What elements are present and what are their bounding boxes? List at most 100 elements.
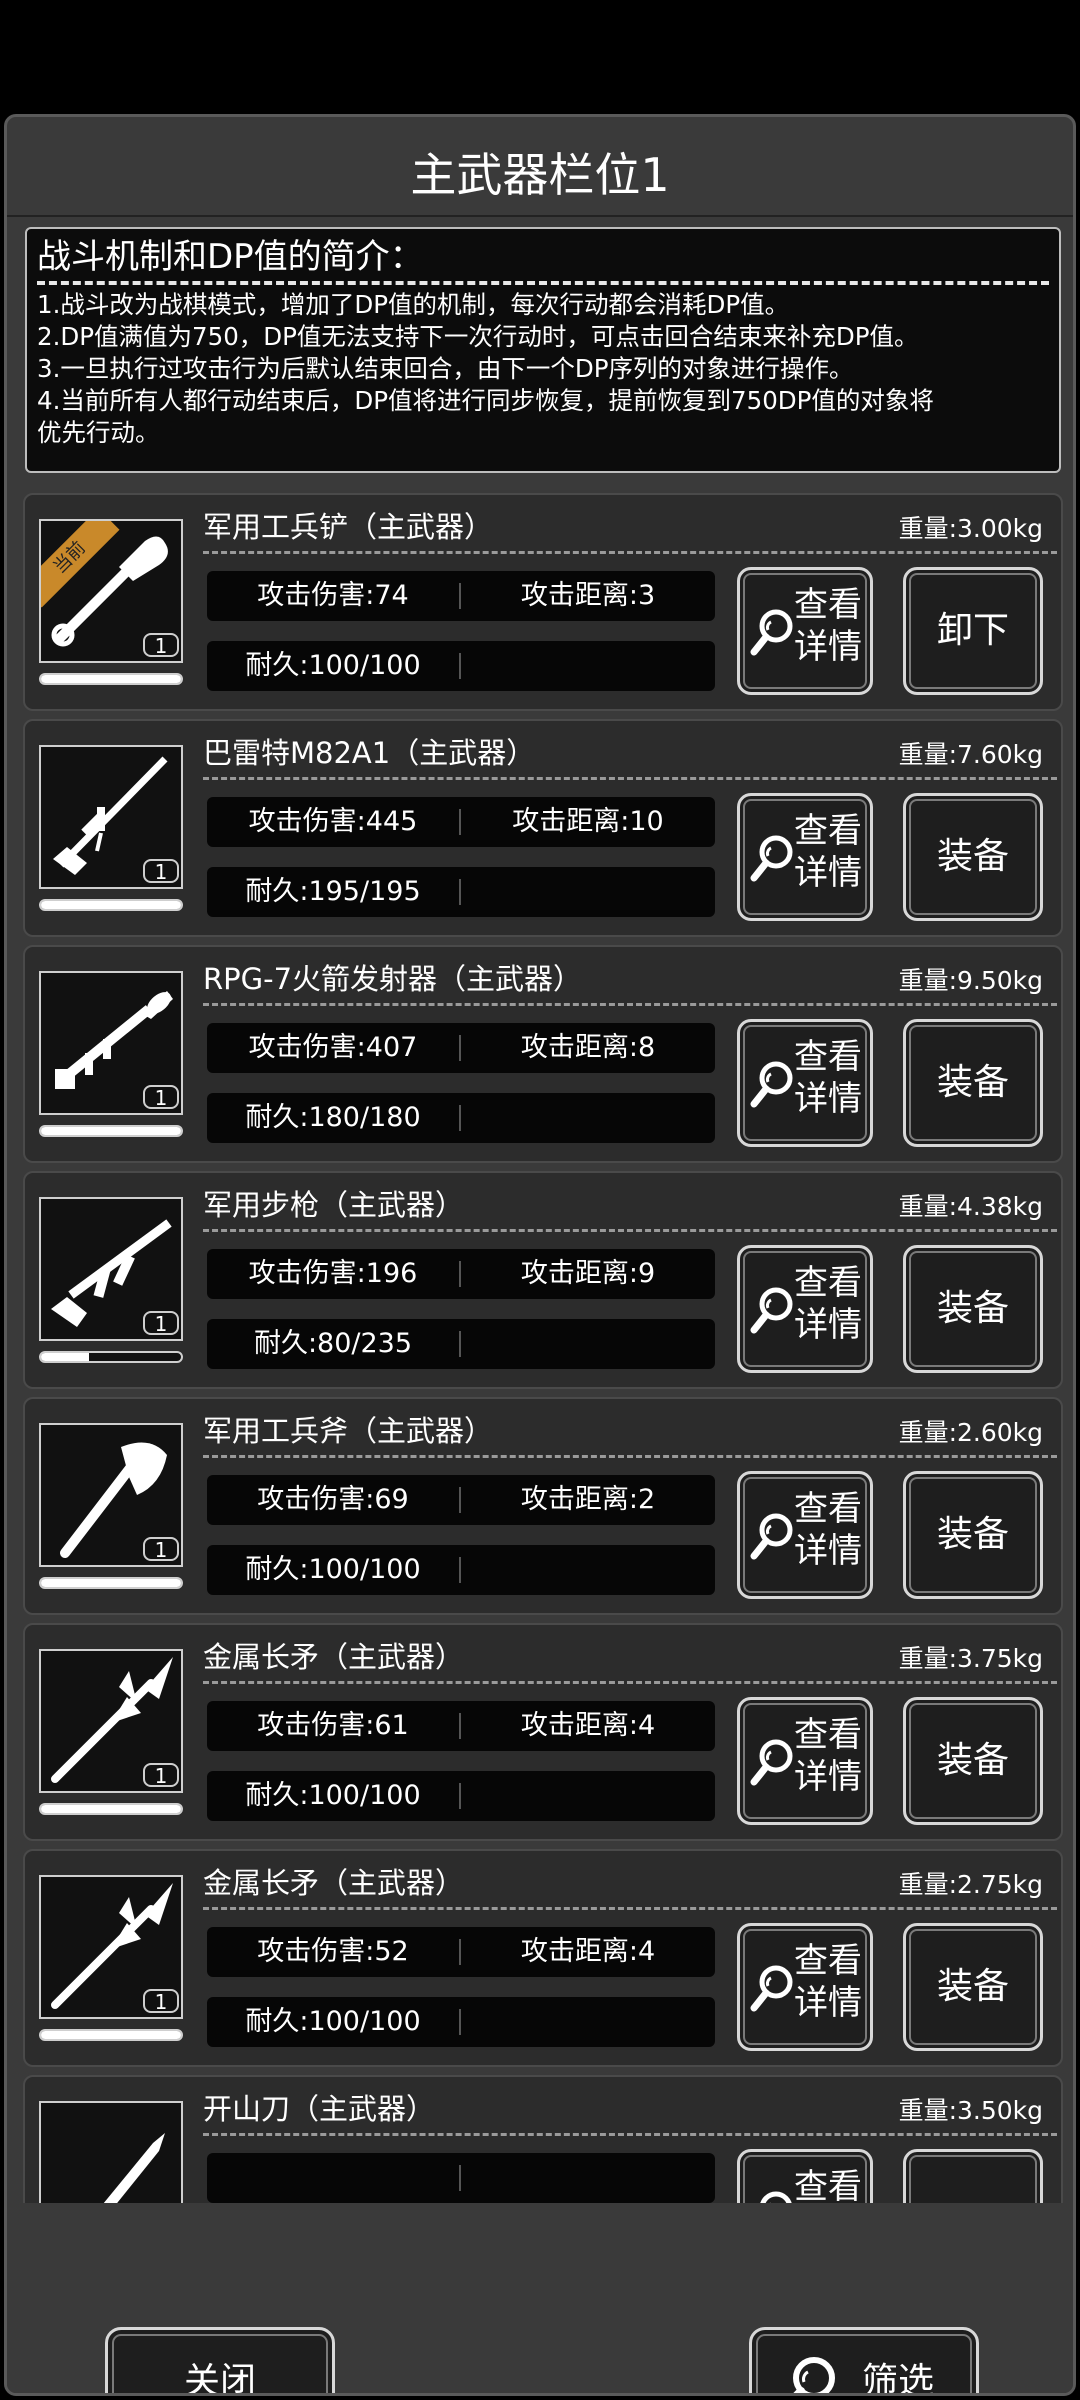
quantity-badge: 1 — [143, 1085, 179, 1109]
attack-damage: 攻击伤害:74 — [257, 580, 409, 611]
magnifier-icon — [750, 1061, 793, 1108]
weapon-thumbnail[interactable]: 1 — [39, 745, 183, 889]
view-details-button[interactable]: 查看详情 — [737, 1697, 873, 1825]
name-divider — [203, 551, 1057, 554]
view-details-button[interactable]: 查看详情 — [737, 567, 873, 695]
durability-bar — [39, 1803, 183, 1815]
details-label-line1: 查看 — [794, 1941, 862, 1981]
stat-separator — [459, 653, 461, 679]
details-label-line2: 详情 — [794, 1305, 862, 1345]
unequip-button[interactable]: 卸下 — [903, 567, 1043, 695]
combat-intro-box: 战斗机制和DP值的简介： 1.战斗改为战棋模式，增加了DP值的机制，每次行动都会… — [25, 227, 1061, 473]
weapon-card[interactable]: 1 金属长矛（主武器） 重量:2.75kg 攻击伤害:52 攻击距离:4 耐久:100/1… — [23, 1849, 1063, 2067]
details-label-line1: 查看 — [794, 1489, 862, 1529]
view-details-button[interactable]: 查看详情 — [737, 1019, 873, 1147]
magnifier-icon — [750, 609, 793, 656]
quantity-badge: 1 — [143, 859, 179, 883]
durability-bar — [39, 673, 183, 685]
weapon-thumbnail[interactable]: 当前 1 — [39, 519, 183, 663]
details-label-line1: 查看 — [794, 1263, 862, 1303]
attack-stats-row: 攻击伤害:52 攻击距离:4 — [207, 1927, 715, 1977]
intro-line: 1.战斗改为战棋模式，增加了DP值的机制，每次行动都会消耗DP值。 — [37, 290, 790, 319]
durability-text: 耐久:100/100 — [245, 1780, 421, 1811]
durability-bar — [39, 1351, 183, 1363]
weapon-thumbnail[interactable]: 1 — [39, 1197, 183, 1341]
durability-fill — [41, 1579, 181, 1587]
weapon-name: 金属长矛（主武器） — [203, 1866, 465, 1900]
quantity-badge: 1 — [143, 1311, 179, 1335]
magnifier-icon — [750, 1513, 793, 1560]
view-details-button[interactable]: 查看详情 — [737, 1471, 873, 1599]
weapon-card[interactable]: 1 巴雷特M82A1（主武器） 重量:7.60kg 攻击伤害:445 攻击距离:10 耐久… — [23, 719, 1063, 937]
view-details-button[interactable]: 查看详情 — [737, 1245, 873, 1373]
stat-separator — [459, 1331, 461, 1357]
weapon-card[interactable]: 1 军用工兵斧（主武器） 重量:2.60kg 攻击伤害:69 攻击距离:2 耐久:100/… — [23, 1397, 1063, 1615]
details-label-line1: 查看 — [794, 1715, 862, 1755]
stat-separator — [459, 2165, 461, 2191]
stat-separator — [459, 1105, 461, 1131]
quantity-badge: 1 — [143, 1763, 179, 1787]
equip-button[interactable]: 装备 — [903, 1697, 1043, 1825]
quantity-badge: 1 — [143, 1989, 179, 2013]
weapon-thumbnail[interactable]: 1 — [39, 971, 183, 1115]
details-label-line1: 查看 — [794, 585, 862, 625]
view-details-button[interactable]: 查看详情 — [737, 793, 873, 921]
name-divider — [203, 1229, 1057, 1232]
details-label-line2: 详情 — [794, 1983, 862, 2023]
view-details-button[interactable]: 查看详情 — [737, 1923, 873, 2051]
equip-button[interactable]: 装备 — [903, 1019, 1043, 1147]
attack-damage: 攻击伤害:407 — [248, 1032, 418, 1063]
durability-fill — [41, 675, 181, 683]
attack-range: 攻击距离:2 — [520, 1484, 656, 1515]
attack-range: 攻击距离:4 — [520, 1936, 656, 1967]
action-label: 装备 — [936, 1514, 1009, 1555]
durability-text: 耐久:180/180 — [245, 1102, 421, 1133]
attack-range: 攻击距离:4 — [520, 1710, 656, 1741]
durability-bar — [39, 899, 183, 911]
weapon-card[interactable]: 当前 1 军用工兵铲（主武器） 重量:3.00kg 攻击伤害:74 攻击距离:3 耐久:10… — [23, 493, 1063, 711]
equip-button[interactable]: 装备 — [903, 1923, 1043, 2051]
attack-stats-row: 攻击伤害:445 攻击距离:10 — [207, 797, 715, 847]
weapon-thumbnail[interactable]: 1 — [39, 1649, 183, 1793]
attack-damage: 攻击伤害:69 — [257, 1484, 409, 1515]
weapon-card[interactable]: 1 军用步枪（主武器） 重量:4.38kg 攻击伤害:196 攻击距离:9 耐久:80/2… — [23, 1171, 1063, 1389]
durability-text: 耐久:100/100 — [245, 2006, 421, 2037]
action-label: 装备 — [936, 836, 1009, 877]
equip-button[interactable]: 装备 — [903, 793, 1043, 921]
weapon-name: RPG-7火箭发射器（主武器） — [203, 962, 583, 996]
close-button[interactable]: 关闭 — [105, 2327, 335, 2393]
weapon-weight: 重量:2.60kg — [898, 1418, 1043, 1447]
durability-row: 耐久:80/235 — [207, 1319, 715, 1369]
durability-fill — [41, 901, 181, 909]
durability-row: 耐久:195/195 — [207, 867, 715, 917]
details-label-line1: 查看 — [794, 1037, 862, 1077]
weapon-card[interactable]: 1 RPG-7火箭发射器（主武器） 重量:9.50kg 攻击伤害:407 攻击距离:8 耐… — [23, 945, 1063, 1163]
name-divider — [203, 1455, 1057, 1458]
magnifier-icon — [750, 1739, 793, 1786]
weapon-weight: 重量:4.38kg — [898, 1192, 1043, 1221]
filter-button[interactable]: 筛选 — [749, 2327, 979, 2393]
page-title: 主武器栏位1 — [410, 148, 670, 202]
stat-separator — [459, 2009, 461, 2035]
stat-separator — [459, 879, 461, 905]
details-label-line2: 详情 — [794, 853, 862, 893]
quantity-badge: 1 — [143, 633, 179, 657]
weapon-card[interactable]: 1 金属长矛（主武器） 重量:3.75kg 攻击伤害:61 攻击距离:4 耐久:100/1… — [23, 1623, 1063, 1841]
attack-stats-row: 攻击伤害:74 攻击距离:3 — [207, 571, 715, 621]
stat-separator — [459, 1783, 461, 1809]
name-divider — [203, 1907, 1057, 1910]
durability-text: 耐久:80/235 — [253, 1328, 413, 1359]
weapon-name: 金属长矛（主武器） — [203, 1640, 465, 1674]
durability-row: 耐久:100/100 — [207, 641, 715, 691]
weapon-thumbnail[interactable]: 1 — [39, 1423, 183, 1567]
equip-button[interactable]: 装备 — [903, 1471, 1043, 1599]
weapon-thumbnail[interactable]: 1 — [39, 1875, 183, 2019]
durability-fill — [41, 2031, 181, 2039]
attack-range: 攻击距离:3 — [520, 580, 656, 611]
action-label: 装备 — [936, 1288, 1009, 1329]
action-label: 装备 — [936, 1062, 1009, 1103]
equip-button[interactable]: 装备 — [903, 1245, 1043, 1373]
durability-fill — [41, 1805, 181, 1813]
weapon-weight: 重量:2.75kg — [898, 1870, 1043, 1899]
weapon-list[interactable]: 当前 1 军用工兵铲（主武器） 重量:3.00kg 攻击伤害:74 攻击距离:3 耐久:10… — [23, 493, 1063, 2317]
